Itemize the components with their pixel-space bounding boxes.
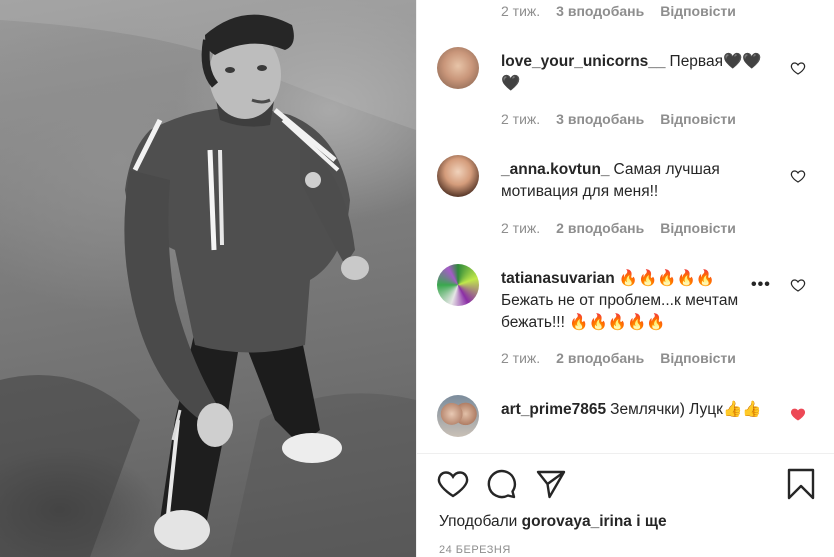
comment-meta-row: 2 тиж. 3 вподобань Відповісти [501,111,736,127]
like-heart-icon[interactable] [437,468,469,500]
liked-by-user-link[interactable]: gorovaya_irina [522,513,632,530]
comment-username[interactable]: art_prime7865 [501,401,606,418]
more-options-icon[interactable]: ••• [751,276,771,294]
bookmark-icon[interactable] [785,468,817,500]
share-icon[interactable] [535,468,567,500]
comment-likes-link[interactable]: 2 вподобань [556,220,644,236]
comment-meta-row: 2 тиж. 2 вподобань Відповісти [501,350,736,366]
liked-by-more-link[interactable]: і ще [636,513,666,530]
comments-panel: 2 тиж. 3 вподобань Відповісти love_your_… [416,0,834,557]
comment-body: Землячки) Луцк👍👍 [610,401,762,418]
liked-heart-icon[interactable] [790,406,806,422]
comment-icon[interactable] [485,468,517,500]
comment-time: 2 тиж. [501,350,541,366]
comment-username[interactable]: love_your_unicorns__ [501,53,666,70]
post-action-bar [437,468,817,502]
avatar[interactable] [437,264,479,306]
reply-link[interactable]: Відповісти [660,220,736,236]
comment-text-block: tatianasuvarian 🔥🔥🔥🔥🔥 Бежать не от пробле… [501,268,771,334]
comment-time: 2 тиж. [501,111,541,127]
comment-likes-link[interactable]: 2 вподобань [556,350,644,366]
comment-meta-row: 2 тиж. 3 вподобань Відповісти [501,3,736,19]
comment-username[interactable]: tatianasuvarian [501,270,615,287]
section-divider [417,453,834,454]
avatar[interactable] [437,395,479,437]
comment-text-block: love_your_unicorns__ Первая🖤🖤🖤 [501,51,771,95]
comment-time: 2 тиж. [501,3,541,19]
comment-meta-row: 2 тиж. 2 вподобань Відповісти [501,220,736,236]
comment-likes-link[interactable]: 3 вподобань [556,3,644,19]
comment-username[interactable]: _anna.kovtun_ [501,161,610,178]
liked-by-line: Уподобали gorovaya_irina і ще [439,513,667,531]
post-photo [0,0,416,557]
comment-text-block: _anna.kovtun_ Самая лучшая мотивация для … [501,159,771,203]
reply-link[interactable]: Відповісти [660,3,736,19]
like-comment-heart-icon[interactable] [790,168,806,184]
comment-text-block: art_prime7865 Землячки) Луцк👍👍 [501,399,771,421]
reply-link[interactable]: Відповісти [660,350,736,366]
avatar[interactable] [437,155,479,197]
photo-illustration [0,0,416,557]
comment-time: 2 тиж. [501,220,541,236]
like-comment-heart-icon[interactable] [790,277,806,293]
like-comment-heart-icon[interactable] [790,60,806,76]
liked-by-prefix: Уподобали [439,513,518,530]
avatar[interactable] [437,47,479,89]
comment-likes-link[interactable]: 3 вподобань [556,111,644,127]
post-date[interactable]: 24 БЕРЕЗНЯ [439,544,511,556]
reply-link[interactable]: Відповісти [660,111,736,127]
